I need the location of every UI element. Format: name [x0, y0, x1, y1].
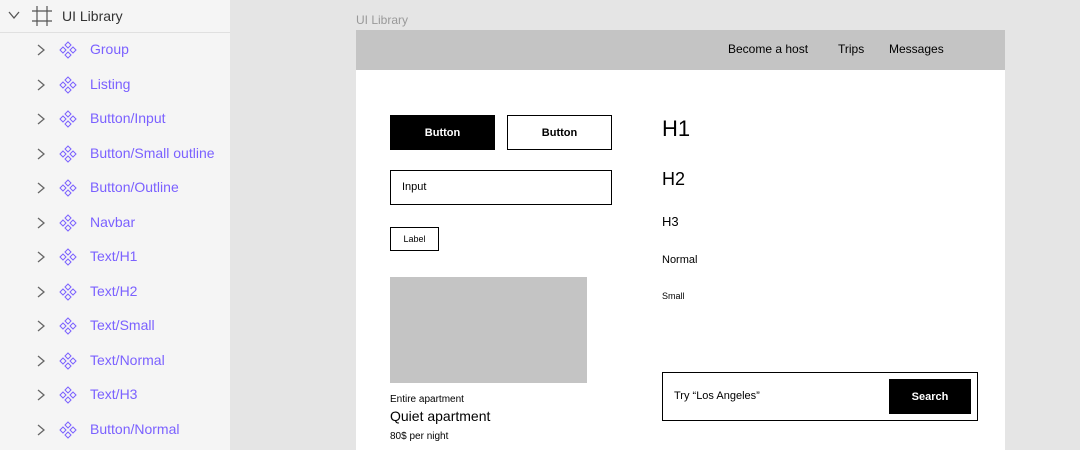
- chevron-right-icon[interactable]: [37, 355, 45, 367]
- listing-price: 80$ per night: [390, 431, 449, 442]
- component-icon: [59, 351, 77, 370]
- nav-link-trips[interactable]: Trips: [838, 42, 864, 56]
- chevron-right-icon[interactable]: [37, 113, 45, 125]
- layer-item-button-normal[interactable]: Button/Normal: [0, 414, 230, 444]
- text-normal: Normal: [662, 254, 698, 266]
- layer-item-text-small[interactable]: Text/Small: [0, 310, 230, 340]
- chevron-right-icon[interactable]: [37, 251, 45, 263]
- chevron-right-icon[interactable]: [37, 182, 45, 194]
- chevron-right-icon[interactable]: [37, 320, 45, 332]
- layer-item-label: Text/Small: [90, 317, 155, 333]
- search-button[interactable]: Search: [889, 379, 971, 414]
- layer-item-label: Button/Normal: [90, 420, 180, 437]
- chevron-right-icon[interactable]: [37, 286, 45, 298]
- layer-item-label: Button/Outline: [90, 179, 179, 195]
- layers-panel: UI Library Group Listing Button/Input Butto…: [0, 0, 230, 450]
- layer-item-listing[interactable]: Listing: [0, 69, 230, 99]
- layer-root-label: UI Library: [62, 8, 123, 24]
- layer-item-label: Text/H3: [90, 386, 138, 402]
- layer-item-label: Text/H2: [90, 282, 138, 299]
- layer-item-label: Text/Normal: [90, 351, 165, 368]
- input-value: Input: [402, 181, 427, 193]
- frame-title[interactable]: UI Library: [356, 13, 408, 27]
- layer-item-text-h2[interactable]: Text/H2: [0, 276, 230, 306]
- text-h1: H1: [662, 116, 691, 141]
- text-h2: H2: [662, 169, 686, 189]
- component-icon: [59, 248, 77, 266]
- layer-item-group[interactable]: Group: [0, 34, 230, 64]
- chevron-right-icon[interactable]: [37, 424, 45, 436]
- chevron-down-icon[interactable]: [8, 10, 20, 20]
- layer-item-button-outline[interactable]: Button/Outline: [0, 172, 230, 202]
- text-h3: H3: [662, 214, 679, 229]
- listing-title: Quiet apartment: [390, 408, 491, 424]
- nav-link-become-host[interactable]: Become a host: [728, 42, 808, 56]
- chevron-right-icon[interactable]: [37, 389, 45, 401]
- layer-root-row[interactable]: UI Library: [0, 0, 230, 33]
- chevron-right-icon[interactable]: [37, 217, 45, 229]
- layer-item-navbar[interactable]: Navbar: [0, 207, 230, 237]
- chevron-right-icon[interactable]: [37, 44, 45, 56]
- nav-link-messages[interactable]: Messages: [889, 42, 944, 56]
- chevron-right-icon[interactable]: [37, 148, 45, 160]
- layer-item-label: Listing: [90, 75, 131, 92]
- layer-item-button-input[interactable]: Button/Input: [0, 103, 230, 133]
- chevron-right-icon[interactable]: [37, 79, 45, 91]
- text-small: Small: [662, 291, 685, 301]
- outline-button[interactable]: Button: [507, 115, 612, 150]
- component-icon: [59, 179, 77, 197]
- component-icon: [59, 213, 77, 232]
- layer-item-text-h1[interactable]: Text/H1: [0, 241, 230, 271]
- layer-item-label: Group: [90, 41, 129, 57]
- component-icon: [59, 282, 77, 301]
- component-icon: [59, 75, 77, 94]
- layer-item-label: Navbar: [90, 213, 136, 230]
- layer-item-label: Button/Small outline: [90, 144, 215, 161]
- input-field[interactable]: Input: [390, 170, 612, 205]
- listing-type: Entire apartment: [390, 394, 464, 405]
- search-bar[interactable]: Try “Los Angeles” Search: [662, 372, 978, 421]
- layer-item-text-h3[interactable]: Text/H3: [0, 379, 230, 409]
- listing-image: [390, 277, 587, 383]
- solid-button[interactable]: Button: [390, 115, 495, 150]
- search-placeholder: Try “Los Angeles”: [674, 390, 760, 402]
- ui-library-frame: Become a host Trips Messages Button Butt…: [356, 30, 1005, 450]
- component-icon: [59, 144, 77, 163]
- layer-item-label: Text/H1: [90, 248, 138, 264]
- frame-icon: [32, 6, 52, 26]
- navbar: Become a host Trips Messages: [356, 30, 1005, 70]
- component-icon: [59, 317, 77, 335]
- layer-item-label: Button/Input: [90, 110, 166, 126]
- component-icon: [59, 420, 77, 439]
- layer-item-button-small-outline[interactable]: Button/Small outline: [0, 138, 230, 168]
- small-outline-label[interactable]: Label: [390, 227, 439, 251]
- layer-item-text-normal[interactable]: Text/Normal: [0, 345, 230, 375]
- component-icon: [59, 41, 77, 59]
- component-icon: [59, 386, 77, 404]
- component-icon: [59, 110, 77, 128]
